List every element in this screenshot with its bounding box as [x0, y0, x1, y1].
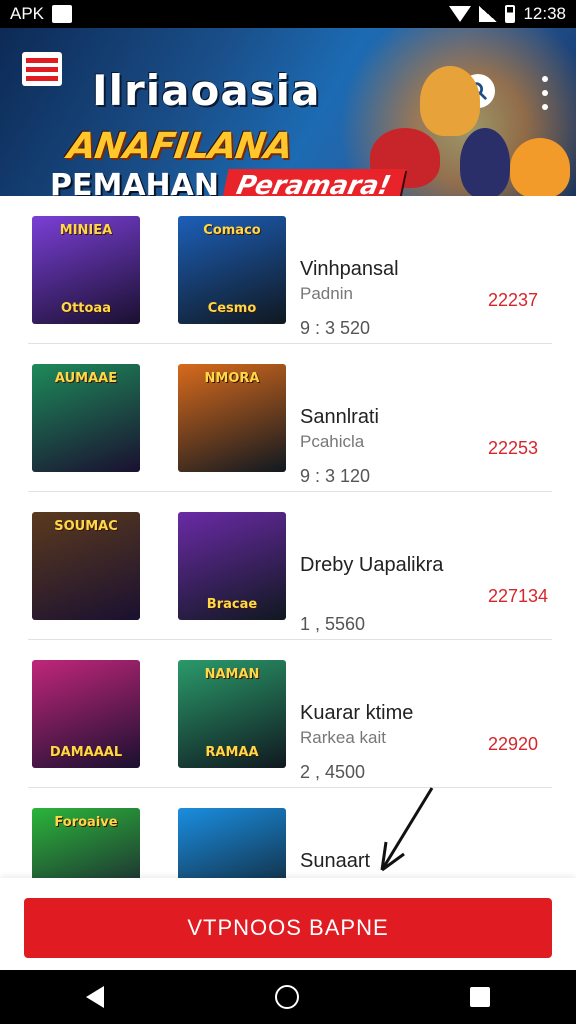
thumbnail-caption: Bracae	[206, 597, 258, 613]
item-meta: 1 , 5560	[300, 614, 366, 634]
system-nav-bar	[0, 970, 576, 1024]
item-meta: 9 : 3 520	[300, 318, 371, 338]
thumbnail-caption: Ottoaa	[61, 301, 111, 317]
thumbnail-title: Foroaive	[54, 815, 118, 830]
tagline-badge: Peramara!	[221, 168, 406, 196]
item-title: Dreby Uapalikra	[300, 554, 444, 576]
action-area: VTPNOOS BAPNE	[0, 878, 576, 970]
brand-logo-icon[interactable]	[22, 52, 62, 86]
header-banner: Ilriaoasia ANAFILANA PEMAHAN Peramara!	[0, 28, 576, 196]
thumbnail-title: Comaco	[203, 223, 261, 238]
thumbnail-title: NAMAN	[204, 667, 260, 682]
list-item[interactable]: SOUMAC Bracae Dreby Uapalikra 1 , 5560 22713…	[28, 492, 552, 640]
app-title: Ilriaoasia	[92, 66, 321, 115]
thumbnail-caption: RAMAA	[205, 745, 259, 761]
home-icon[interactable]	[274, 985, 299, 1009]
back-icon[interactable]	[85, 986, 104, 1008]
wifi-icon	[449, 6, 472, 22]
recents-icon[interactable]	[470, 987, 491, 1007]
item-title: Sannlrati	[300, 406, 379, 428]
game-thumbnail[interactable]: AUMAAE	[32, 364, 140, 472]
item-meta: 2 , 4500	[300, 762, 366, 782]
game-thumbnail[interactable]: NAMAN RAMAA	[178, 660, 286, 768]
thumbnail-caption: DAMAAAL	[49, 745, 123, 761]
item-title: Sunaart	[300, 850, 371, 872]
list-item[interactable]: AUMAAE NMORA Sannlrati Pcahicla 9 : 3 120 222…	[28, 344, 552, 492]
item-price: 227134	[488, 586, 549, 606]
list-item[interactable]: DAMAAAL NAMAN RAMAA Kuarar ktime Rarkea kait…	[28, 640, 552, 788]
signal-icon	[479, 6, 498, 22]
item-price: 22920	[488, 734, 539, 754]
tagline-main: PEMAHAN	[50, 168, 219, 196]
battery-icon	[505, 5, 516, 23]
thumbnail-title: MINIEA	[59, 223, 113, 238]
game-thumbnail[interactable]: SOUMAC	[32, 512, 140, 620]
item-title: Vinhpansal	[300, 258, 399, 280]
thumbnail-title: SOUMAC	[54, 519, 118, 534]
item-subtitle: Pcahicla	[300, 432, 365, 451]
banner-slogan: ANAFILANA	[65, 126, 295, 167]
status-bar: APK 12:38	[0, 0, 576, 28]
arrow-annotation-icon	[380, 787, 434, 872]
apk-icon	[52, 5, 73, 23]
list-item[interactable]: MINIEA Ottoaa Comaco Cesmo Vinhpansal Padnin 9…	[28, 196, 552, 344]
carrier-label: APK	[10, 4, 45, 23]
item-subtitle: Rarkea kait	[300, 728, 386, 747]
thumbnail-caption: Cesmo	[207, 301, 257, 317]
game-list: MINIEA Ottoaa Comaco Cesmo Vinhpansal Padnin 9…	[0, 196, 576, 936]
game-thumbnail[interactable]: Comaco Cesmo	[178, 216, 286, 324]
game-thumbnail[interactable]: Bracae	[178, 512, 286, 620]
item-price: 22253	[488, 438, 539, 458]
item-subtitle: Padnin	[300, 284, 353, 303]
thumbnail-title: AUMAAE	[54, 371, 118, 386]
thumbnail-title: NMORA	[204, 371, 260, 386]
game-thumbnail[interactable]: NMORA	[178, 364, 286, 472]
item-price: 22237	[488, 290, 539, 310]
banner-tagline: PEMAHAN Peramara!	[50, 168, 406, 196]
clock: 12:38	[523, 4, 566, 23]
item-meta: 9 : 3 120	[300, 466, 371, 486]
item-title: Kuarar ktime	[300, 702, 414, 724]
game-thumbnail[interactable]: DAMAAAL	[32, 660, 140, 768]
game-thumbnail[interactable]: MINIEA Ottoaa	[32, 216, 140, 324]
primary-action-button[interactable]: VTPNOOS BAPNE	[24, 898, 552, 958]
